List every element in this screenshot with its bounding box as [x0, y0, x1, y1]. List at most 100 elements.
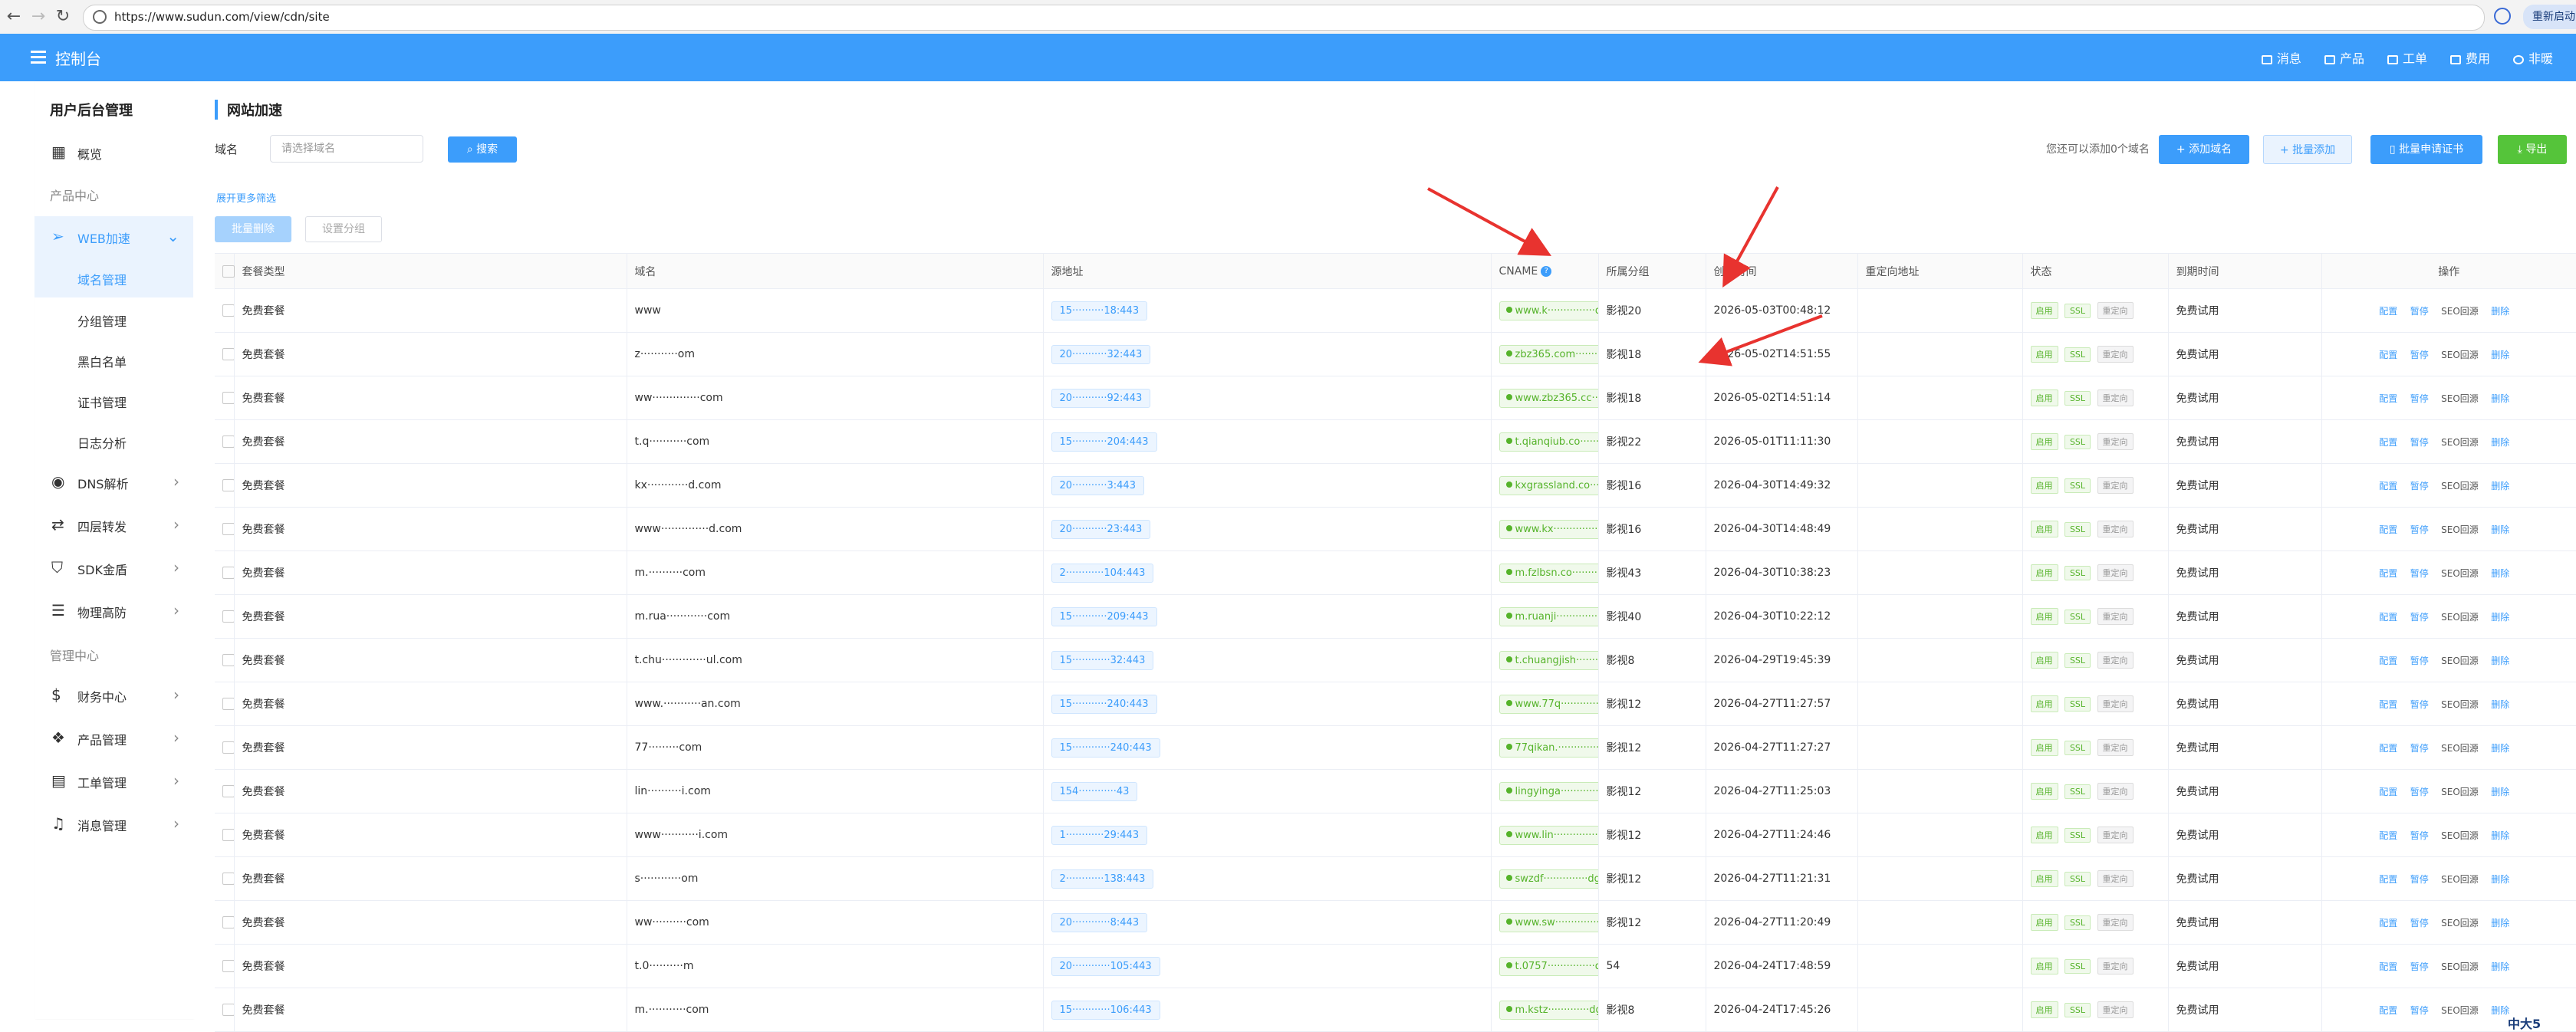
- table-row[interactable]: 免费套餐 m.···········com 15············106:…: [215, 988, 2576, 1032]
- cname-tag[interactable]: www.lin···············festedge.com: [1499, 825, 1598, 845]
- config-link[interactable]: 配置: [2379, 743, 2397, 754]
- row-checkbox[interactable]: [215, 769, 234, 813]
- domain-select[interactable]: 请选择域名: [270, 135, 423, 163]
- table-row[interactable]: 免费套餐 s············om 2············138:44…: [215, 856, 2576, 901]
- sidebar-item-web-acceleration[interactable]: ➢ WEB加速 ⌄: [35, 216, 193, 258]
- delete-link[interactable]: 删除: [2491, 437, 2509, 448]
- table-row[interactable]: 免费套餐 kx············d.com 20···········3:…: [215, 463, 2576, 508]
- cname-tag[interactable]: kxgrassland.co················dge.com: [1499, 475, 1598, 495]
- sidebar-sub-log-analysis[interactable]: 日志分析: [35, 421, 193, 461]
- sidebar-item-physical-defense[interactable]: ☰ 物理高防 ›: [35, 590, 193, 632]
- restart-button[interactable]: 重新启动: [2523, 5, 2576, 29]
- export-button[interactable]: ⤓ 导出: [2498, 135, 2567, 164]
- table-row[interactable]: 免费套餐 www.···········an.com 15···········…: [215, 682, 2576, 726]
- delete-link[interactable]: 删除: [2491, 743, 2509, 754]
- set-group-button[interactable]: 设置分组: [305, 216, 382, 242]
- config-link[interactable]: 配置: [2379, 612, 2397, 623]
- table-row[interactable]: 免费套餐 z···········om 20···········32:443 …: [215, 332, 2576, 376]
- pause-link[interactable]: 暂停: [2410, 656, 2429, 666]
- sidebar-sub-certificates[interactable]: 证书管理: [35, 380, 193, 420]
- url-text[interactable]: https://www.sudun.com/view/cdn/site: [114, 10, 330, 24]
- pause-link[interactable]: 暂停: [2410, 393, 2429, 404]
- cname-tag[interactable]: zbz365.com···············.edge.com: [1499, 344, 1598, 364]
- sidebar-item-tickets[interactable]: ▤ 工单管理 ›: [35, 761, 193, 802]
- table-row[interactable]: 免费套餐 t.0··········m 20············105:44…: [215, 944, 2576, 988]
- seo-origin-link[interactable]: SEO回源: [2441, 699, 2479, 710]
- delete-link[interactable]: 删除: [2491, 830, 2509, 841]
- sidebar-item-finance[interactable]: $ 财务中心 ›: [35, 675, 193, 716]
- config-link[interactable]: 配置: [2379, 1005, 2397, 1016]
- table-row[interactable]: 免费套餐 lin··········i.com 154············4…: [215, 769, 2576, 813]
- seo-origin-link[interactable]: SEO回源: [2441, 481, 2479, 491]
- config-link[interactable]: 配置: [2379, 961, 2397, 972]
- delete-link[interactable]: 删除: [2491, 350, 2509, 360]
- cname-tag[interactable]: 77qikan.··············dge.com: [1499, 738, 1598, 758]
- delete-link[interactable]: 删除: [2491, 787, 2509, 797]
- delete-link[interactable]: 删除: [2491, 306, 2509, 317]
- pause-link[interactable]: 暂停: [2410, 830, 2429, 841]
- seo-origin-link[interactable]: SEO回源: [2441, 743, 2479, 754]
- config-link[interactable]: 配置: [2379, 787, 2397, 797]
- seo-origin-link[interactable]: SEO回源: [2441, 568, 2479, 579]
- row-checkbox[interactable]: [215, 856, 234, 901]
- pause-link[interactable]: 暂停: [2410, 437, 2429, 448]
- sidebar-item-overview[interactable]: ▦ 概览: [35, 132, 193, 173]
- row-checkbox[interactable]: [215, 944, 234, 988]
- row-checkbox[interactable]: [215, 463, 234, 508]
- table-row[interactable]: 免费套餐 77·········com 15············240:44…: [215, 725, 2576, 770]
- seo-origin-link[interactable]: SEO回源: [2441, 918, 2479, 928]
- batch-delete-button[interactable]: 批量删除: [215, 216, 291, 242]
- cname-tag[interactable]: m.fzlbsn.co················edge.com: [1499, 563, 1598, 583]
- pause-link[interactable]: 暂停: [2410, 918, 2429, 928]
- row-checkbox[interactable]: [215, 419, 234, 464]
- sidebar-sub-blacklist[interactable]: 黑白名单: [35, 340, 193, 380]
- nav-user[interactable]: 非暖: [2512, 48, 2553, 67]
- config-link[interactable]: 配置: [2379, 656, 2397, 666]
- config-link[interactable]: 配置: [2379, 350, 2397, 360]
- row-checkbox[interactable]: [215, 376, 234, 420]
- seo-origin-link[interactable]: SEO回源: [2441, 830, 2479, 841]
- row-checkbox[interactable]: [215, 725, 234, 770]
- cname-tag[interactable]: www.77q···············dge.com: [1499, 694, 1598, 714]
- config-link[interactable]: 配置: [2379, 699, 2397, 710]
- seo-origin-link[interactable]: SEO回源: [2441, 306, 2479, 317]
- seo-origin-link[interactable]: SEO回源: [2441, 437, 2479, 448]
- pause-link[interactable]: 暂停: [2410, 481, 2429, 491]
- seo-origin-link[interactable]: SEO回源: [2441, 874, 2479, 885]
- config-link[interactable]: 配置: [2379, 830, 2397, 841]
- sidebar-item-products[interactable]: ❖ 产品管理 ›: [35, 718, 193, 759]
- row-checkbox[interactable]: [215, 288, 234, 333]
- cname-tag[interactable]: t.qianqiub.co·················ge.com: [1499, 432, 1598, 452]
- row-checkbox[interactable]: [215, 594, 234, 639]
- config-link[interactable]: 配置: [2379, 437, 2397, 448]
- help-icon[interactable]: ?: [1541, 265, 1552, 277]
- config-link[interactable]: 配置: [2379, 874, 2397, 885]
- config-link[interactable]: 配置: [2379, 918, 2397, 928]
- cname-tag[interactable]: swzdf··············dge.com: [1499, 869, 1598, 889]
- more-filter-link[interactable]: 展开更多筛选: [216, 190, 276, 205]
- seo-origin-link[interactable]: SEO回源: [2441, 787, 2479, 797]
- config-link[interactable]: 配置: [2379, 568, 2397, 579]
- delete-link[interactable]: 删除: [2491, 874, 2509, 885]
- nav-billing[interactable]: 费用: [2449, 48, 2490, 67]
- table-row[interactable]: 免费套餐 ww··········com 20············8:443…: [215, 900, 2576, 945]
- row-checkbox[interactable]: [215, 551, 234, 595]
- config-link[interactable]: 配置: [2379, 393, 2397, 404]
- delete-link[interactable]: 删除: [2491, 568, 2509, 579]
- seo-origin-link[interactable]: SEO回源: [2441, 393, 2479, 404]
- row-checkbox[interactable]: [215, 638, 234, 682]
- cname-tag[interactable]: m.ruanji·····················ge.com: [1499, 606, 1598, 626]
- add-domain-button[interactable]: + 添加域名: [2159, 135, 2249, 164]
- site-info-icon[interactable]: [93, 10, 107, 24]
- row-checkbox[interactable]: [215, 682, 234, 726]
- cname-tag[interactable]: m.kstz·············dge.com: [1499, 1000, 1598, 1020]
- nav-tickets[interactable]: 工单: [2387, 48, 2427, 67]
- cname-tag[interactable]: www.k···············dge.com: [1499, 301, 1598, 320]
- cname-tag[interactable]: t.0757···············dge.com: [1499, 956, 1598, 976]
- delete-link[interactable]: 删除: [2491, 656, 2509, 666]
- cname-tag[interactable]: lingyinga···············tedge.com: [1499, 781, 1598, 801]
- table-row[interactable]: 免费套餐 ww··············com 20···········92…: [215, 376, 2576, 420]
- pause-link[interactable]: 暂停: [2410, 524, 2429, 535]
- pause-link[interactable]: 暂停: [2410, 743, 2429, 754]
- table-row[interactable]: 免费套餐 t.chu·············ul.com 15········…: [215, 638, 2576, 682]
